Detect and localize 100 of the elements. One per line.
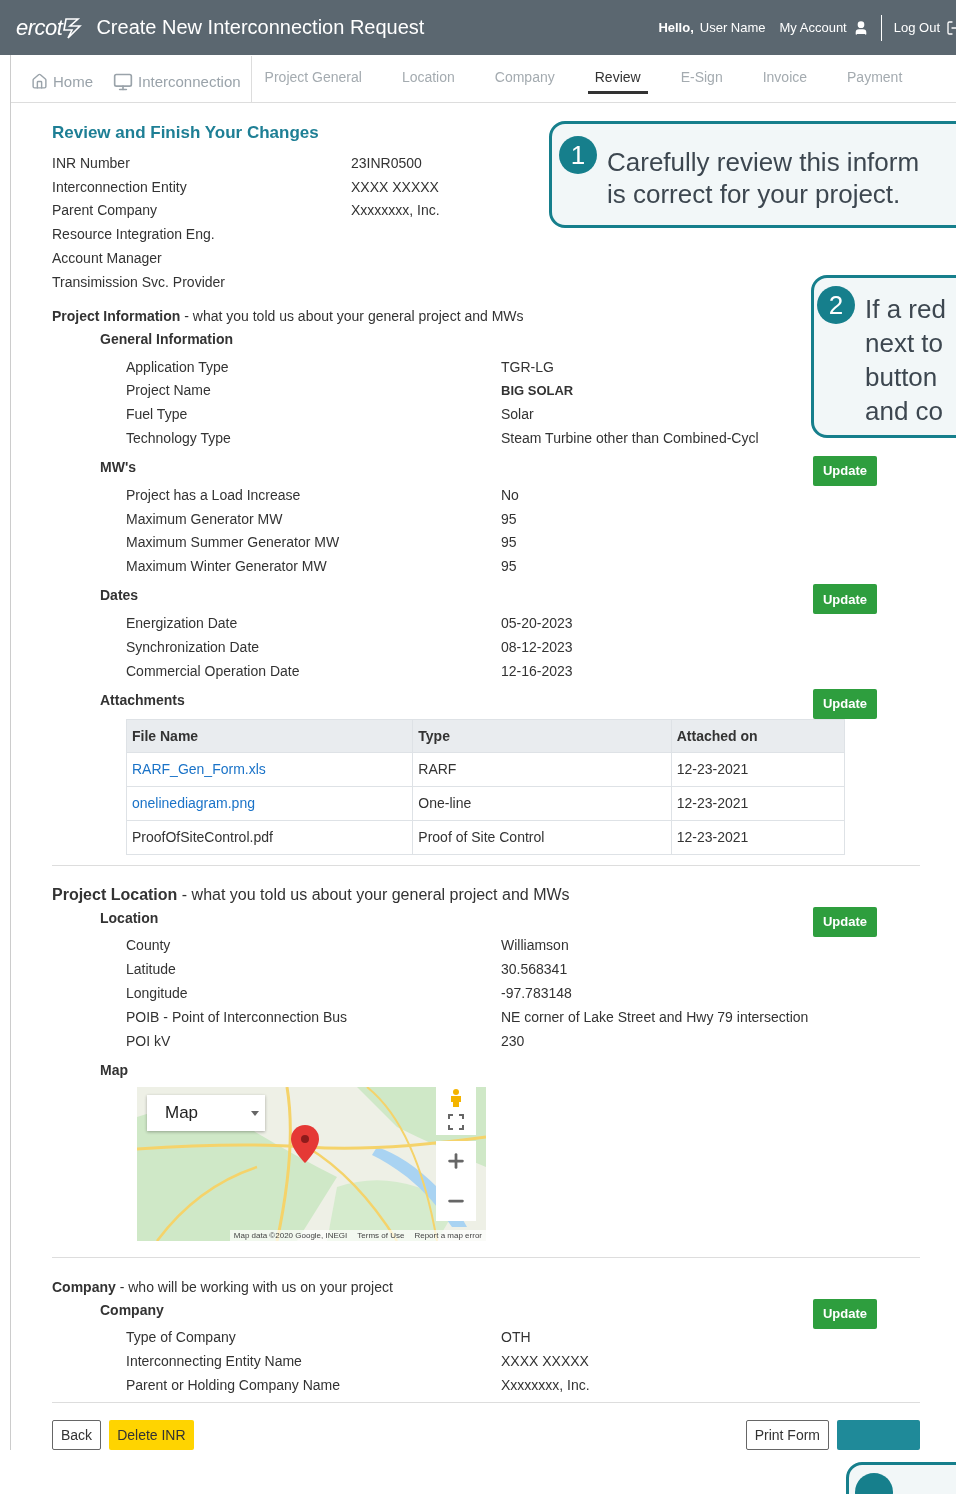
field-label: Transimission Svc. Provider xyxy=(52,273,225,290)
greeting-text: Hello, xyxy=(658,20,694,35)
logo: ercot xyxy=(16,14,63,41)
logout-link[interactable]: Log Out xyxy=(893,20,940,35)
section-title: Review and Finish Your Changes xyxy=(52,123,320,143)
user-name: User Name xyxy=(699,20,766,35)
caret-icon xyxy=(251,1110,259,1116)
field-label: Parent Company xyxy=(52,202,158,219)
step-tab[interactable]: Payment xyxy=(840,63,910,94)
table-cell: 12-23-2021 xyxy=(671,786,845,821)
field-label: Type of Company xyxy=(126,1329,236,1346)
back-button[interactable]: Back xyxy=(52,1419,102,1450)
field-value: 12-16-2023 xyxy=(501,662,573,679)
file-link[interactable]: onelinediagram.png xyxy=(126,786,413,821)
table-cell: 12-23-2021 xyxy=(671,752,845,787)
field-value: 30.568341 xyxy=(501,961,568,978)
callout-text: Carefully review this inform is correct for your project. xyxy=(607,146,920,210)
column-header: Type xyxy=(412,719,672,753)
my-account-link[interactable]: My Account xyxy=(779,20,847,35)
field-label: Resource Integration Eng. xyxy=(52,226,215,243)
field-value: No xyxy=(501,486,519,503)
field-value: 95 xyxy=(501,534,517,551)
field-value: Steam Turbine other than Combined-Cycl xyxy=(501,430,759,447)
step-tab[interactable]: E-Sign xyxy=(673,63,730,94)
section-heading: Company - who will be working with us on your project xyxy=(52,1278,393,1295)
delete-button[interactable]: Delete INR xyxy=(109,1419,194,1450)
table-cell: Proof of Site Control xyxy=(412,820,672,855)
column-header: File Name xyxy=(126,719,413,753)
step-tab[interactable]: Review xyxy=(587,63,648,94)
group-title: Location xyxy=(100,909,159,926)
field-label: Commercial Operation Date xyxy=(126,662,300,679)
group-title: Company xyxy=(100,1301,164,1318)
field-value: 05-20-2023 xyxy=(501,615,573,632)
field-value: NE corner of Lake Street and Hwy 79 intersection xyxy=(501,1008,809,1025)
field-value: Xxxxxxxx, Inc. xyxy=(501,1377,590,1393)
section-heading: Project Information - what you told us about your general project and MWs xyxy=(52,307,524,324)
home-link[interactable]: Home xyxy=(31,73,93,90)
table-cell: ProofOfSiteControl.pdf xyxy=(126,820,413,855)
field-label: Interconnection Entity xyxy=(52,178,187,195)
step-badge: 1 xyxy=(559,136,597,174)
group-title: Map xyxy=(100,1061,128,1078)
field-value: Xxxxxxxx, Inc. xyxy=(351,202,440,219)
update-button[interactable]: Update xyxy=(812,455,877,486)
print-button[interactable]: Print Form xyxy=(745,1419,829,1450)
field-label: INR Number xyxy=(52,154,130,171)
field-value: 230 xyxy=(501,1032,525,1049)
lightning-icon xyxy=(62,15,83,40)
update-button[interactable]: Update xyxy=(812,906,877,937)
update-button[interactable]: Update xyxy=(812,688,877,719)
field-label: Synchronization Date xyxy=(126,638,260,655)
field-label: County xyxy=(126,937,171,954)
page-title: Create New Interconnection Request xyxy=(96,16,425,39)
fullscreen-icon[interactable] xyxy=(448,1113,464,1130)
map-type-dropdown[interactable]: Map xyxy=(147,1094,265,1131)
field-value: 95 xyxy=(501,510,517,527)
field-value: XXXX XXXXX xyxy=(351,178,439,195)
step-tab[interactable]: Project General xyxy=(257,63,369,94)
field-label: Interconnecting Entity Name xyxy=(126,1353,302,1370)
section-heading: Project Location - what you told us about your general project and MWs xyxy=(52,885,570,904)
field-value: Williamson xyxy=(501,937,569,954)
update-button[interactable]: Update xyxy=(812,584,877,615)
file-link[interactable]: RARF_Gen_Form.xls xyxy=(126,752,413,787)
field-label: POI kV xyxy=(126,1032,171,1049)
field-value: BIG SOLAR xyxy=(501,382,574,398)
field-label: Project Name xyxy=(126,382,211,399)
home-icon xyxy=(31,73,48,90)
field-label: Maximum Winter Generator MW xyxy=(126,558,327,575)
field-label: POIB - Point of Interconnection Bus xyxy=(126,1008,347,1025)
update-button[interactable]: Update xyxy=(812,1298,877,1329)
map-link[interactable]: Report a map error xyxy=(414,1230,482,1240)
field-label: Account Manager xyxy=(52,250,162,267)
callout-text: If a red next to button and co xyxy=(865,293,946,428)
table-cell: One-line xyxy=(412,786,672,821)
step-badge: 2 xyxy=(817,286,855,324)
field-value: 23INR0500 xyxy=(351,154,422,171)
group-title: MW's xyxy=(100,458,136,475)
field-label: Maximum Generator MW xyxy=(126,510,283,527)
group-title: Dates xyxy=(100,587,139,604)
field-value: Solar xyxy=(501,406,534,423)
column-header: Attached on xyxy=(671,719,845,753)
map-link[interactable]: Terms of Use xyxy=(357,1230,405,1240)
field-label: Energization Date xyxy=(126,615,238,632)
step-tab[interactable]: Company xyxy=(487,63,562,94)
field-label: Longitude xyxy=(126,985,188,1002)
field-value: TGR-LG xyxy=(501,358,554,375)
step-tab[interactable]: Invoice xyxy=(755,63,815,94)
field-label: Fuel Type xyxy=(126,406,188,423)
field-label: Latitude xyxy=(126,961,176,978)
field-value: 95 xyxy=(501,558,517,575)
table-cell: RARF xyxy=(412,752,672,787)
field-label: Project has a Load Increase xyxy=(126,486,301,503)
field-label: Maximum Summer Generator MW xyxy=(126,534,340,551)
primary-button[interactable] xyxy=(837,1419,920,1450)
field-value: XXXX XXXXX xyxy=(501,1353,589,1370)
field-value: -97.783148 xyxy=(501,985,572,1002)
group-title: General Information xyxy=(100,330,234,347)
interconnection-link[interactable]: Interconnection xyxy=(113,71,241,92)
monitor-icon xyxy=(113,71,133,92)
field-value: OTH xyxy=(501,1329,531,1346)
step-tab[interactable]: Location xyxy=(394,63,462,94)
